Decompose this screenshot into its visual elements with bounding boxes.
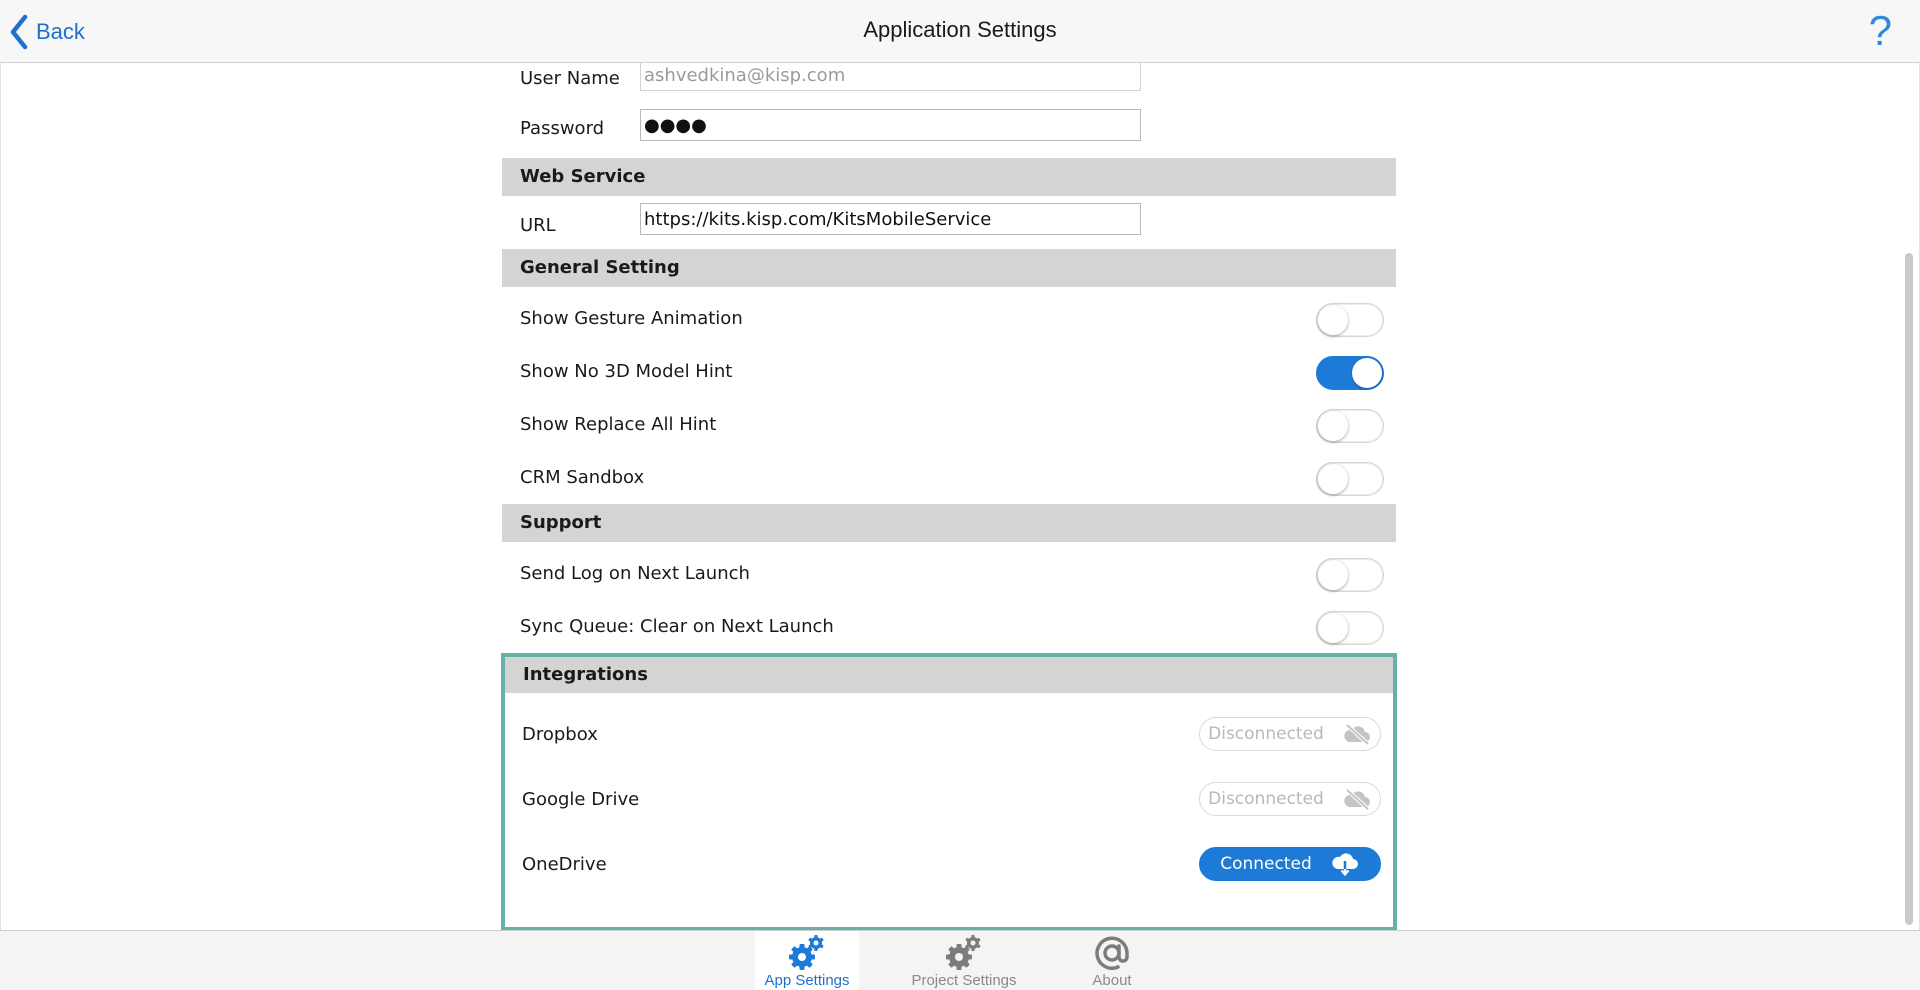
user-name-row: User Name: [502, 63, 1396, 101]
user-name-input[interactable]: [640, 63, 1141, 91]
toggle-row-sync-queue-clear: Sync Queue: Clear on Next Launch: [502, 600, 1396, 653]
google-drive-connect-button[interactable]: Disconnected: [1199, 782, 1381, 816]
settings-panel: User Name Password Web Service URL Gener…: [501, 63, 1397, 930]
crm-sandbox-toggle[interactable]: [1316, 462, 1384, 496]
toggle-row-send-log: Send Log on Next Launch: [502, 547, 1396, 600]
integration-label: Dropbox: [522, 724, 598, 745]
integrations-section: Integrations Dropbox Disconnected Google…: [501, 653, 1397, 930]
password-label: Password: [520, 118, 605, 139]
connection-status: Disconnected: [1208, 789, 1324, 809]
scrollbar[interactable]: [1905, 63, 1913, 930]
show-no-3d-model-hint-toggle[interactable]: [1316, 356, 1384, 390]
connection-status: Disconnected: [1208, 724, 1324, 744]
settings-scroll-area[interactable]: User Name Password Web Service URL Gener…: [0, 63, 1920, 930]
section-header-web-service: Web Service: [502, 158, 1396, 196]
integrations-spacer: [505, 888, 1393, 927]
toggle-knob: [1318, 305, 1348, 335]
toggle-knob: [1318, 464, 1348, 494]
integration-row-dropbox: Dropbox Disconnected: [505, 693, 1393, 758]
page-title: Application Settings: [863, 17, 1057, 42]
toggle-knob: [1352, 358, 1382, 388]
gears-icon: [787, 933, 827, 973]
password-row: Password: [502, 101, 1396, 151]
url-row: URL: [502, 196, 1396, 249]
integration-label: Google Drive: [522, 789, 640, 810]
app-header: Back Application Settings ?: [0, 0, 1920, 63]
user-name-label: User Name: [520, 68, 620, 89]
dropbox-connect-button[interactable]: Disconnected: [1199, 717, 1381, 751]
bottom-tab-bar: App Settings Project Settings About: [0, 930, 1920, 990]
tab-label: About: [1092, 972, 1132, 989]
section-header-general-setting: General Setting: [502, 249, 1396, 287]
tab-project-settings[interactable]: Project Settings: [905, 931, 1023, 990]
toggle-row-show-no-3d-model-hint: Show No 3D Model Hint: [502, 345, 1396, 398]
toggle-knob: [1318, 613, 1348, 643]
show-gesture-animation-toggle[interactable]: [1316, 303, 1384, 337]
connection-status: Connected: [1220, 854, 1312, 874]
toggle-row-show-gesture-animation: Show Gesture Animation: [502, 292, 1396, 345]
integration-row-onedrive: OneDrive Connected: [505, 823, 1393, 888]
tab-label: App Settings: [764, 972, 850, 989]
tab-label: Project Settings: [911, 972, 1017, 989]
toggle-label: CRM Sandbox: [520, 467, 645, 488]
tab-about[interactable]: About: [1080, 931, 1144, 990]
url-label: URL: [520, 215, 556, 236]
toggle-label: Sync Queue: Clear on Next Launch: [520, 616, 834, 637]
toggle-label: Send Log on Next Launch: [520, 563, 750, 584]
section-header-support: Support: [502, 504, 1396, 542]
toggle-knob: [1318, 560, 1348, 590]
help-icon[interactable]: ?: [1869, 8, 1892, 54]
tab-app-settings[interactable]: App Settings: [755, 931, 859, 990]
toggle-label: Show No 3D Model Hint: [520, 361, 733, 382]
toggle-label: Show Gesture Animation: [520, 308, 743, 329]
integration-row-google-drive: Google Drive Disconnected: [505, 758, 1393, 823]
sync-queue-clear-toggle[interactable]: [1316, 611, 1384, 645]
at-sign-icon: [1092, 933, 1132, 973]
toggle-row-crm-sandbox: CRM Sandbox: [502, 451, 1396, 504]
gears-icon: [944, 933, 984, 973]
scrollbar-thumb[interactable]: [1905, 253, 1913, 925]
cloud-download-icon: [1332, 853, 1358, 876]
onedrive-connect-button[interactable]: Connected: [1199, 847, 1381, 881]
toggle-row-show-replace-all-hint: Show Replace All Hint: [502, 398, 1396, 451]
send-log-toggle[interactable]: [1316, 558, 1384, 592]
cloud-off-icon: [1344, 723, 1370, 745]
url-input[interactable]: [640, 203, 1141, 235]
show-replace-all-hint-toggle[interactable]: [1316, 409, 1384, 443]
toggle-label: Show Replace All Hint: [520, 414, 717, 435]
toggle-knob: [1318, 411, 1348, 441]
password-input[interactable]: [640, 109, 1141, 141]
integration-label: OneDrive: [522, 854, 607, 875]
section-header-integrations: Integrations: [505, 657, 1393, 693]
cloud-off-icon: [1344, 788, 1370, 810]
